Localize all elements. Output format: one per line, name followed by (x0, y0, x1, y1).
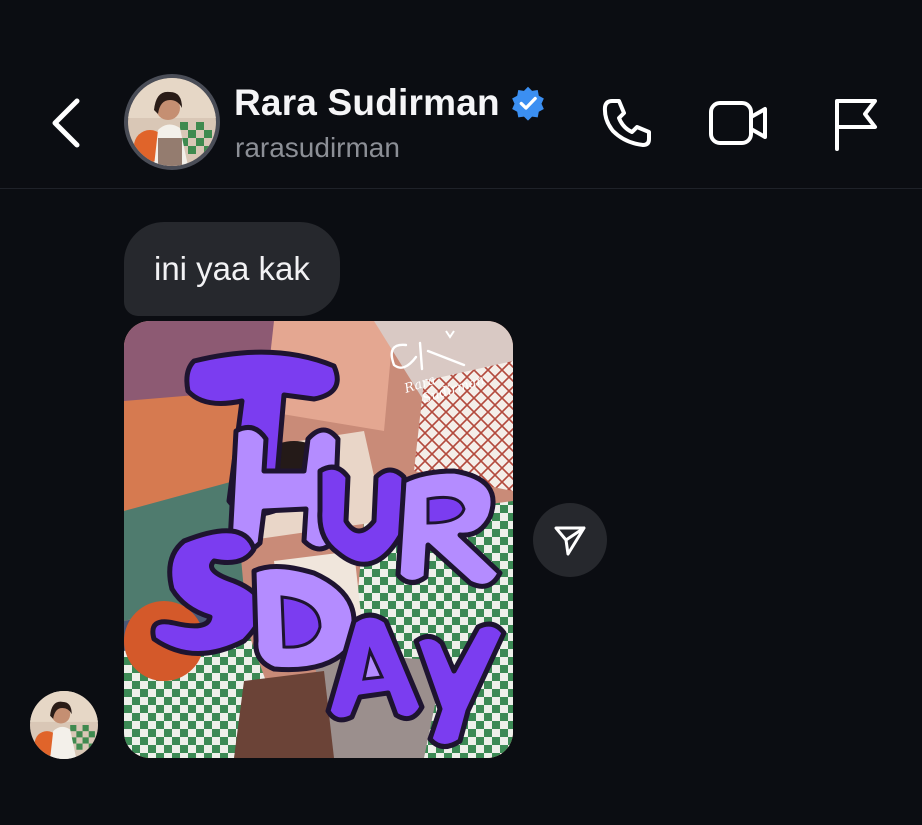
video-camera-icon (709, 101, 767, 145)
contact-name[interactable]: Rara Sudirman (234, 82, 500, 124)
report-button[interactable] (824, 92, 886, 154)
verified-badge-icon (511, 86, 544, 121)
share-button[interactable] (533, 503, 607, 577)
contact-name-row[interactable]: Rara Sudirman (234, 82, 546, 124)
contact-avatar[interactable] (124, 74, 220, 170)
back-button[interactable] (38, 88, 94, 158)
message-text: ini yaa kak (154, 250, 310, 287)
paper-plane-icon (554, 526, 586, 556)
call-button[interactable] (596, 92, 658, 154)
chat-screen: Rara Sudirman rarasudirman ini yaa kak R… (0, 0, 922, 825)
phone-icon (602, 99, 651, 147)
avatar-photo (128, 78, 216, 166)
contact-handle[interactable]: rarasudirman (235, 132, 400, 164)
flag-icon (835, 99, 877, 151)
message-image[interactable]: Rara Sudirman (124, 321, 513, 758)
chevron-left-icon (52, 98, 80, 148)
chat-header: Rara Sudirman rarasudirman (0, 0, 922, 189)
sender-avatar[interactable] (30, 691, 98, 759)
thursday-artwork: Rara Sudirman (124, 321, 513, 758)
avatar-photo-small (30, 691, 98, 759)
video-call-button[interactable] (708, 92, 770, 154)
message-bubble[interactable]: ini yaa kak (124, 222, 340, 316)
